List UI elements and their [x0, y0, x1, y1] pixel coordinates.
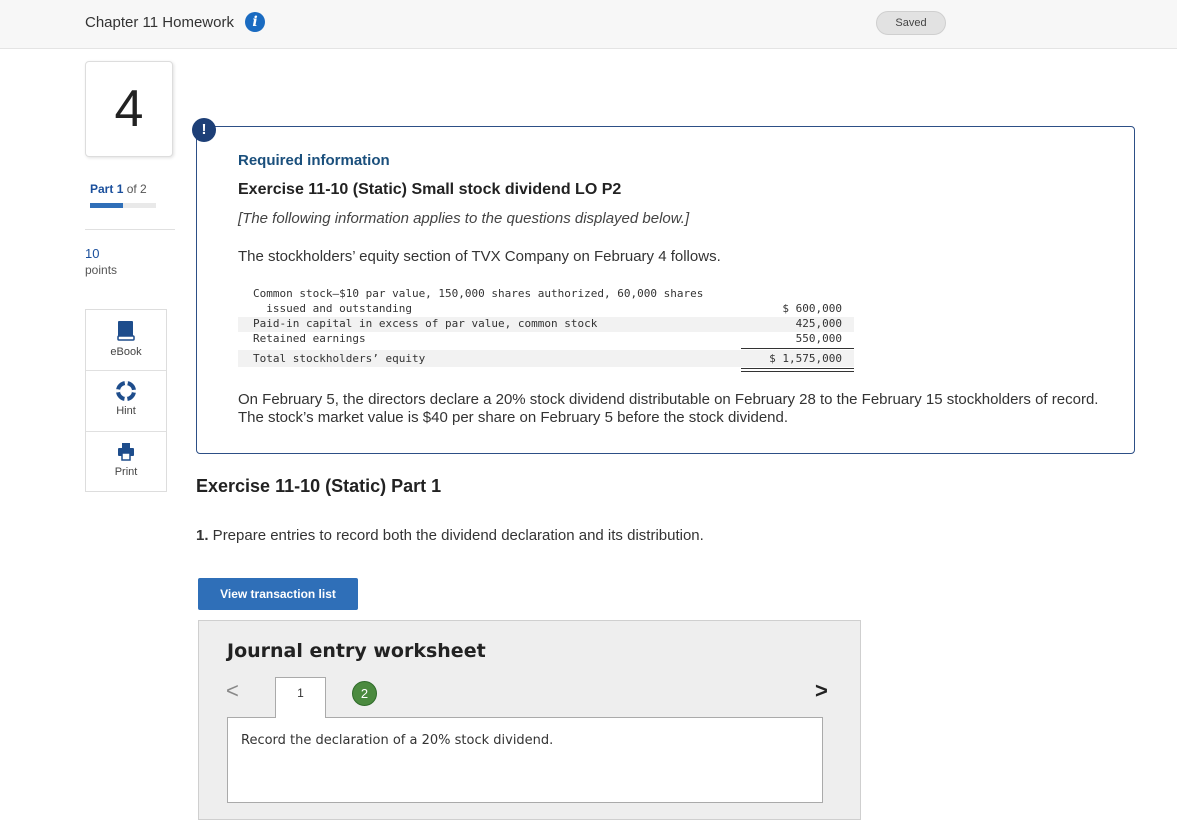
row-label: Retained earnings: [253, 332, 366, 345]
subtotal-rule: [741, 348, 854, 349]
hint-button[interactable]: Hint: [86, 371, 166, 431]
part-progress-fill: [90, 203, 123, 208]
row-value: 550,000: [795, 332, 842, 345]
view-transaction-list-button[interactable]: View transaction list: [198, 578, 358, 610]
part-indicator: Part 1 of 2: [90, 182, 147, 196]
instruction: 1. Prepare entries to record both the di…: [196, 527, 704, 544]
print-button[interactable]: Print: [86, 432, 166, 492]
step-instruction: Record the declaration of a 20% stock di…: [241, 733, 554, 748]
table-row: Retained earnings 550,000: [238, 332, 854, 347]
ebook-button[interactable]: eBook: [86, 310, 166, 370]
total-double-rule: [741, 368, 854, 369]
print-label: Print: [114, 466, 138, 478]
applies-note: [The following information applies to th…: [238, 210, 690, 227]
row-label: Common stock—$10 par value, 150,000 shar…: [253, 287, 704, 300]
row-value: $ 600,000: [782, 302, 842, 315]
row-label: Paid-in capital in excess of par value, …: [253, 317, 598, 330]
part-current: 1: [116, 182, 124, 196]
points-label: points: [85, 263, 118, 277]
part-of: of 2: [126, 182, 147, 196]
part-heading: Exercise 11-10 (Static) Part 1: [196, 476, 442, 496]
alert-icon: !: [192, 118, 216, 142]
tools-panel: eBook Hint Print: [85, 309, 167, 492]
row-value: $ 1,575,000: [769, 352, 842, 365]
hint-label: Hint: [116, 405, 136, 417]
points-value: 10: [85, 246, 100, 261]
row-label: Total stockholders’ equity: [253, 352, 426, 365]
exercise-paragraph: On February 5, the directors declare a 2…: [238, 391, 1099, 426]
instruction-text: Prepare entries to record both the divid…: [208, 527, 704, 544]
step-tab-2[interactable]: 2: [352, 681, 377, 706]
chevron-right-icon[interactable]: >: [815, 680, 828, 702]
ebook-label: eBook: [110, 346, 142, 358]
divider: [85, 229, 175, 230]
top-bar: Chapter 11 Homework i Saved: [0, 0, 1177, 49]
printer-icon: [118, 443, 134, 461]
step-tab-1[interactable]: 1: [275, 677, 326, 718]
part-progress-bar: [90, 203, 156, 208]
exercise-intro: The stockholders’ equity section of TVX …: [238, 248, 721, 265]
question-number-card: 4: [85, 61, 173, 157]
info-icon[interactable]: i: [245, 12, 265, 32]
total-double-rule: [741, 371, 854, 372]
table-row: Paid-in capital in excess of par value, …: [238, 317, 854, 332]
lifebuoy-icon: [116, 381, 136, 401]
exercise-title: Exercise 11-10 (Static) Small stock divi…: [238, 181, 622, 198]
chevron-left-icon[interactable]: <: [226, 680, 239, 702]
row-value: 425,000: [795, 317, 842, 330]
table-row: issued and outstanding $ 600,000: [238, 302, 854, 317]
required-information-heading: Required information: [238, 152, 390, 169]
step-content-box: [227, 717, 823, 803]
row-label: issued and outstanding: [253, 302, 412, 315]
assignment-title: Chapter 11 Homework: [85, 14, 234, 31]
table-row: Total stockholders’ equity $ 1,575,000: [238, 350, 854, 367]
table-row: Common stock—$10 par value, 150,000 shar…: [238, 287, 854, 302]
worksheet-title: Journal entry worksheet: [227, 640, 486, 662]
saved-status-badge: Saved: [876, 11, 946, 35]
instruction-number: 1.: [196, 527, 209, 544]
part-word: Part: [90, 182, 114, 196]
book-icon: [117, 321, 135, 341]
